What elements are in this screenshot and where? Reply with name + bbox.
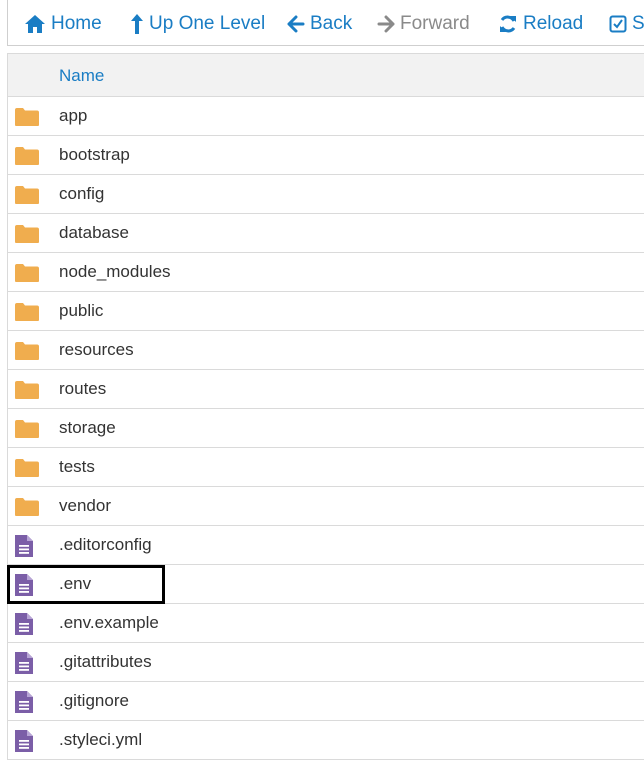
reload-label: Reload <box>523 13 584 34</box>
folder-icon <box>14 144 42 168</box>
checkbox-icon <box>609 15 627 33</box>
list-item[interactable]: resources <box>8 331 644 370</box>
list-item[interactable]: .env.example <box>8 604 644 643</box>
right-arrow-icon <box>377 15 395 33</box>
name-column-header[interactable]: Name <box>59 66 104 86</box>
list-item[interactable]: bootstrap <box>8 136 644 175</box>
item-name: vendor <box>59 496 111 515</box>
item-name: .env.example <box>59 613 159 632</box>
list-item[interactable]: .styleci.yml <box>8 721 644 760</box>
reload-button[interactable]: Reload <box>498 11 583 37</box>
item-name: .gitignore <box>59 691 129 710</box>
list-item[interactable]: .editorconfig <box>8 526 644 565</box>
table-header: Name <box>8 53 644 97</box>
folder-icon <box>14 339 42 363</box>
back-button[interactable]: Back <box>287 11 352 37</box>
item-name: .gitattributes <box>59 652 152 671</box>
item-name: database <box>59 223 129 242</box>
item-name: tests <box>59 457 95 476</box>
folder-icon <box>14 495 42 519</box>
select-all-label: Se <box>632 13 644 34</box>
file-icon <box>14 573 42 597</box>
item-name: .editorconfig <box>59 535 152 554</box>
list-item[interactable]: .env <box>8 565 644 604</box>
file-rows: app bootstrap config database node_modulespu… <box>8 97 644 760</box>
item-name: storage <box>59 418 116 437</box>
up-one-level-label: Up One Level <box>149 13 266 34</box>
item-name: .styleci.yml <box>59 730 143 749</box>
folder-icon <box>14 417 42 441</box>
list-item[interactable]: vendor <box>8 487 644 526</box>
folder-icon <box>14 183 42 207</box>
list-item[interactable]: node_modules <box>8 253 644 292</box>
item-name: app <box>59 106 88 125</box>
file-icon <box>14 729 42 753</box>
up-one-level-button[interactable]: Up One Level <box>130 11 265 37</box>
item-name: resources <box>59 340 134 359</box>
list-item[interactable]: app <box>8 97 644 136</box>
file-icon <box>14 651 42 675</box>
list-item[interactable]: routes <box>8 370 644 409</box>
folder-icon <box>14 222 42 246</box>
folder-icon <box>14 456 42 480</box>
back-label: Back <box>310 13 353 34</box>
file-icon <box>14 612 42 636</box>
item-name: .env <box>59 574 92 593</box>
list-item[interactable]: .gitignore <box>8 682 644 721</box>
list-item[interactable]: storage <box>8 409 644 448</box>
list-item[interactable]: public <box>8 292 644 331</box>
list-item[interactable]: tests <box>8 448 644 487</box>
file-icon <box>14 534 42 558</box>
home-icon <box>24 14 46 34</box>
folder-icon <box>14 105 42 129</box>
home-button[interactable]: Home <box>24 11 102 37</box>
item-name: node_modules <box>59 262 171 281</box>
refresh-icon <box>498 14 518 34</box>
item-name: bootstrap <box>59 145 130 164</box>
up-arrow-icon <box>130 13 144 35</box>
list-item[interactable]: .gitattributes <box>8 643 644 682</box>
folder-icon <box>14 261 42 285</box>
forward-button[interactable]: Forward <box>377 11 470 37</box>
toolbar: Home Up One Level Back Forward Reload S <box>7 0 644 46</box>
list-item[interactable]: config <box>8 175 644 214</box>
item-name: routes <box>59 379 107 398</box>
file-listing: Name app bootstrap config database node_modu… <box>7 53 644 760</box>
file-icon <box>14 690 42 714</box>
folder-icon <box>14 300 42 324</box>
folder-icon <box>14 378 42 402</box>
select-all-button[interactable]: Se <box>609 11 644 37</box>
item-name: public <box>59 301 104 320</box>
left-arrow-icon <box>287 15 305 33</box>
item-name: config <box>59 184 105 203</box>
list-item[interactable]: database <box>8 214 644 253</box>
forward-label: Forward <box>400 13 470 34</box>
home-label: Home <box>51 13 102 34</box>
